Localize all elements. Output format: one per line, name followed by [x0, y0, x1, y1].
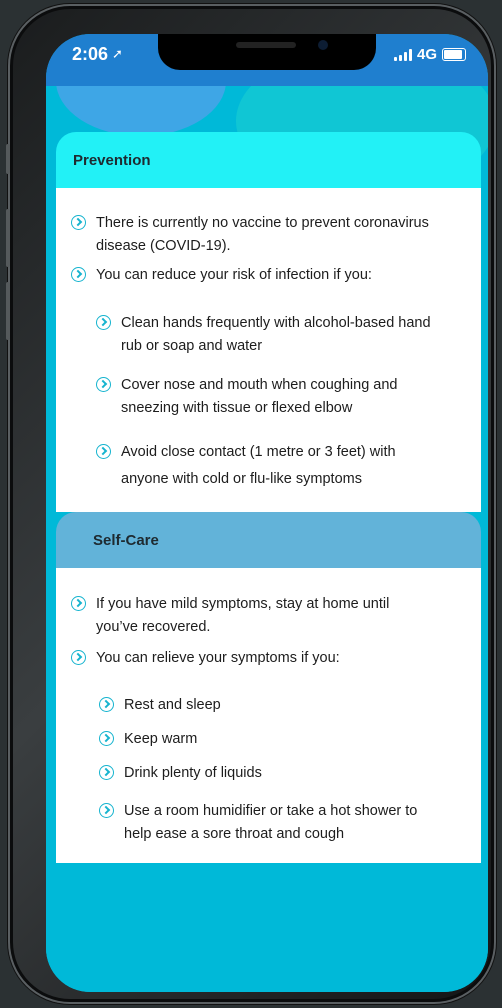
- list-item-text: You can relieve your symptoms if you:: [96, 650, 340, 666]
- list-item: You can relieve your symptoms if you:: [71, 647, 446, 670]
- chevron-right-icon: [71, 650, 86, 665]
- chevron-right-icon: [96, 315, 111, 330]
- signal-icon: [393, 48, 412, 61]
- speaker-grille: [236, 42, 296, 48]
- chevron-right-icon: [99, 803, 114, 818]
- list-item-text: Rest and sleep: [124, 697, 221, 713]
- list-item-text: Clean hands frequently with alcohol-base…: [121, 315, 431, 354]
- sub-list-item: Rest and sleep: [99, 694, 449, 717]
- list-item-text: There is currently no vaccine to prevent…: [96, 215, 429, 254]
- list-item: There is currently no vaccine to prevent…: [71, 212, 446, 258]
- list-item-text: If you have mild symptoms, stay at home …: [96, 596, 390, 635]
- status-bar: 2:06 ➚ 4G: [46, 34, 488, 86]
- volume-up-button: [6, 209, 10, 267]
- list-item-text: Drink plenty of liquids: [124, 765, 262, 781]
- prevention-header: Prevention: [56, 132, 481, 188]
- sub-list-item: Keep warm: [99, 728, 449, 751]
- sub-list-item: Avoid close contact (1 metre or 3 feet) …: [96, 439, 446, 493]
- location-arrow-icon: ➚: [112, 46, 123, 61]
- front-camera: [318, 40, 328, 50]
- chevron-right-icon: [71, 267, 86, 282]
- list-item: You can reduce your risk of infection if…: [71, 264, 446, 287]
- network-type: 4G: [416, 46, 437, 63]
- list-item-text: Use a room humidifier or take a hot show…: [124, 803, 418, 842]
- battery-icon: [442, 48, 466, 61]
- sub-list-item: Drink plenty of liquids: [99, 762, 449, 785]
- chevron-right-icon: [71, 596, 86, 611]
- list-item-text: Cover nose and mouth when coughing and s…: [121, 377, 398, 416]
- prevention-card: There is currently no vaccine to prevent…: [56, 188, 481, 512]
- chevron-right-icon: [96, 377, 111, 392]
- chevron-right-icon: [99, 731, 114, 746]
- list-item-text: Keep warm: [124, 731, 198, 747]
- status-indicators: 4G: [393, 46, 466, 63]
- sub-list-item: Cover nose and mouth when coughing and s…: [96, 374, 446, 420]
- sub-list-item: Use a room humidifier or take a hot show…: [99, 800, 429, 846]
- chevron-right-icon: [99, 697, 114, 712]
- notch: [158, 34, 376, 70]
- bottom-background: [46, 863, 488, 992]
- phone-frame: 2:06 ➚ 4G Prevention There is currently …: [6, 4, 496, 1004]
- list-item-text: You can reduce your risk of infection if…: [96, 267, 372, 283]
- self-care-title: Self-Care: [93, 532, 159, 549]
- sub-list-item: Clean hands frequently with alcohol-base…: [96, 312, 446, 358]
- chevron-right-icon: [71, 215, 86, 230]
- mute-switch: [6, 144, 10, 174]
- self-care-header: Self-Care: [56, 512, 481, 568]
- list-item-text: Avoid close contact (1 metre or 3 feet) …: [121, 444, 396, 487]
- prevention-title: Prevention: [73, 152, 151, 169]
- chevron-right-icon: [99, 765, 114, 780]
- self-care-card: If you have mild symptoms, stay at home …: [56, 568, 481, 863]
- app-screen: 2:06 ➚ 4G Prevention There is currently …: [46, 34, 488, 992]
- status-time: 2:06: [72, 44, 109, 64]
- banner-shape: [56, 86, 226, 136]
- volume-down-button: [6, 282, 10, 340]
- chevron-right-icon: [96, 444, 111, 459]
- list-item: If you have mild symptoms, stay at home …: [71, 593, 421, 639]
